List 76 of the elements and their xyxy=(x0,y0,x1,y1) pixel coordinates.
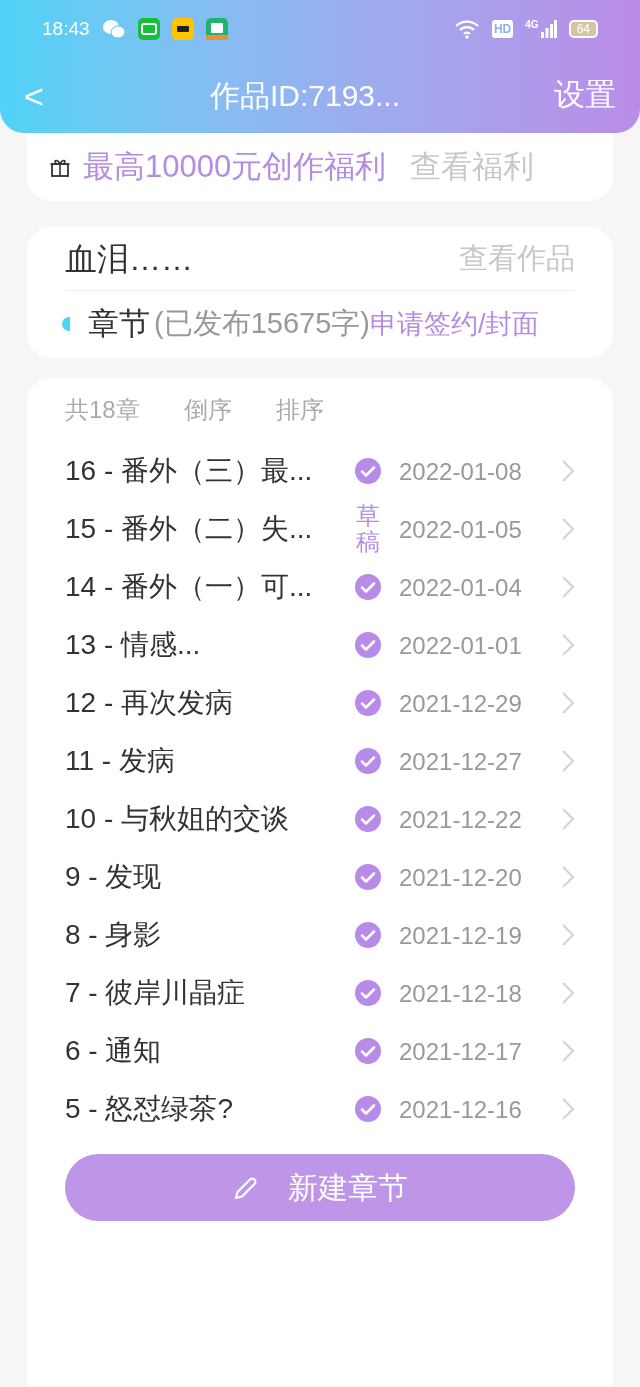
chapter-date: 2022-01-01 xyxy=(399,631,523,659)
chapter-title: 13 - 情感... xyxy=(65,628,202,662)
chapter-title: 12 - 再次发病 xyxy=(65,686,235,720)
chapter-date: 2021-12-29 xyxy=(399,689,523,717)
chevron-right-icon xyxy=(561,923,575,947)
chapter-date: 2021-12-18 xyxy=(399,979,523,1007)
chevron-right-icon xyxy=(561,1039,575,1063)
check-icon xyxy=(354,863,382,891)
chapter-title: 6 - 通知 xyxy=(65,1034,163,1068)
page-title: 作品ID:7193... xyxy=(208,78,402,114)
chapter-date: 2022-01-08 xyxy=(399,457,523,485)
chat-app-icon xyxy=(101,18,126,40)
check-icon xyxy=(354,747,382,775)
chapter-title: 8 - 身影 xyxy=(65,918,163,952)
check-icon xyxy=(354,921,382,949)
battery-indicator: 64 xyxy=(568,20,598,38)
check-icon xyxy=(354,1095,382,1123)
chapter-row[interactable]: 10 - 与秋姐的交谈 2021-12-22 xyxy=(65,790,575,848)
signal-icon xyxy=(540,20,557,38)
app-icon xyxy=(205,18,228,40)
check-icon xyxy=(354,805,382,833)
chapter-row[interactable]: 12 - 再次发病 2021-12-29 xyxy=(65,674,575,732)
chapter-title: 11 - 发病 xyxy=(65,744,176,778)
chapter-title: 9 - 发现 xyxy=(65,860,163,894)
chevron-right-icon xyxy=(561,807,575,831)
chapter-date: 2022-01-05 xyxy=(399,515,523,543)
chapters-label: 章节 xyxy=(88,304,150,343)
chapter-row[interactable]: 13 - 情感... 2022-01-01 xyxy=(65,616,575,674)
check-icon xyxy=(354,573,382,601)
network-label: 4G xyxy=(525,20,539,30)
check-icon xyxy=(354,979,382,1007)
check-icon xyxy=(354,1037,382,1065)
check-icon xyxy=(354,457,382,485)
chevron-right-icon xyxy=(561,749,575,773)
chapter-count: 共18章 xyxy=(65,395,140,425)
chevron-right-icon xyxy=(561,575,575,599)
chapter-date: 2021-12-19 xyxy=(399,921,523,949)
chevron-right-icon xyxy=(561,517,575,541)
chevron-right-icon xyxy=(561,459,575,483)
published-count: (已发布15675字) xyxy=(154,306,370,342)
chapter-date: 2021-12-22 xyxy=(399,805,523,833)
chapter-row[interactable]: 11 - 发病 2021-12-27 xyxy=(65,732,575,790)
chapter-title: 7 - 彼岸川晶症 xyxy=(65,976,247,1010)
chevron-right-icon xyxy=(561,633,575,657)
check-icon xyxy=(354,631,382,659)
chapter-title: 14 - 番外（一）可... xyxy=(65,570,314,604)
chapter-indicator-icon xyxy=(62,317,70,331)
chapter-row[interactable]: 9 - 发现 2021-12-20 xyxy=(65,848,575,906)
chapter-title: 10 - 与秋姐的交谈 xyxy=(65,802,291,836)
chapter-date: 2021-12-27 xyxy=(399,747,523,775)
chapter-title: 16 - 番外（三）最... xyxy=(65,454,314,488)
chapter-title: 15 - 番外（二）失... xyxy=(65,512,314,546)
app-icon xyxy=(137,18,160,40)
chapter-date: 2022-01-04 xyxy=(399,573,523,601)
chapter-date: 2021-12-20 xyxy=(399,863,523,891)
chapter-row[interactable]: 5 - 怒怼绿茶? 2021-12-16 xyxy=(65,1080,575,1138)
app-icon xyxy=(171,18,194,40)
chapter-row[interactable]: 6 - 通知 2021-12-17 xyxy=(65,1022,575,1080)
chapter-row[interactable]: 16 - 番外（三）最... 2022-01-08 xyxy=(65,442,575,500)
chevron-right-icon xyxy=(561,691,575,715)
chevron-right-icon xyxy=(561,981,575,1005)
chevron-right-icon xyxy=(561,1097,575,1121)
chapter-title: 5 - 怒怼绿茶? xyxy=(65,1092,235,1126)
wifi-icon xyxy=(453,19,480,39)
benefit-text: 最高10000元创作福利 xyxy=(83,147,387,186)
chevron-right-icon xyxy=(561,865,575,889)
chapter-date: 2021-12-17 xyxy=(399,1037,523,1065)
check-icon xyxy=(354,689,382,717)
chapter-date: 2021-12-16 xyxy=(399,1095,523,1123)
hd-badge: HD xyxy=(491,20,514,38)
draft-label: 草稿 xyxy=(356,502,380,556)
chapter-row[interactable]: 8 - 身影 2021-12-19 xyxy=(65,906,575,964)
work-title: 血泪…… xyxy=(65,239,194,279)
status-time: 18:43 xyxy=(42,16,90,41)
chapter-row[interactable]: 7 - 彼岸川晶症 2021-12-18 xyxy=(65,964,575,1022)
chapter-row[interactable]: 14 - 番外（一）可... 2022-01-04 xyxy=(65,558,575,616)
